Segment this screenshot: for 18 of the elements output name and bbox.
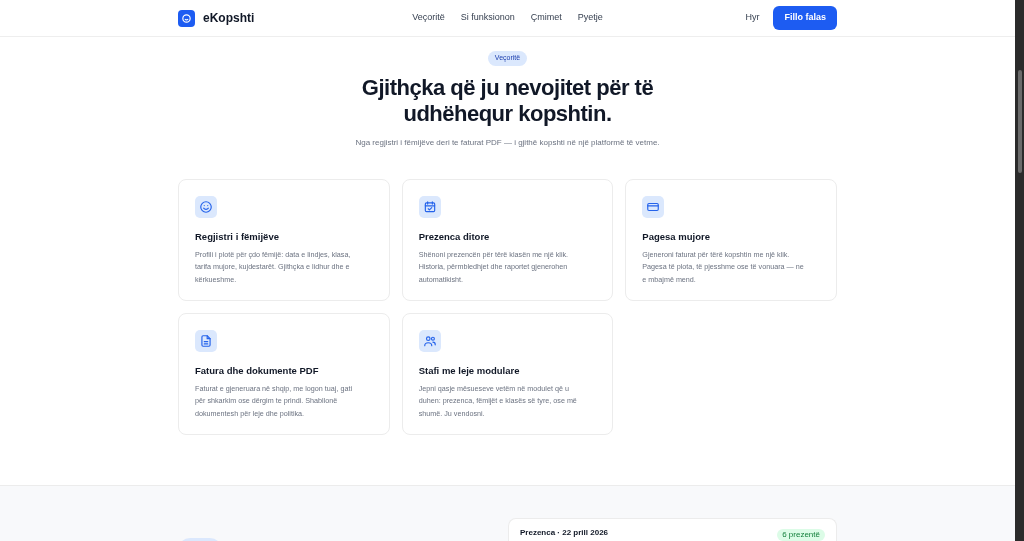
card-title: Pagesa mujore bbox=[642, 229, 711, 244]
card-title: Regjistri i fëmijëve bbox=[195, 229, 280, 244]
card-title: Prezenca ditore bbox=[418, 229, 491, 244]
section-subtitle: Nga regjistri i fëmijëve deri te faturat PDF — i gjithë kopshti në një platformë të vetme. bbox=[355, 136, 660, 149]
logo-icon bbox=[178, 9, 195, 27]
nav-link[interactable]: Si funksionon bbox=[460, 11, 515, 25]
start-free-button[interactable]: Fillo falas bbox=[773, 6, 837, 30]
card-title: Fatura dhe dokumente PDF bbox=[195, 363, 320, 378]
nav-link[interactable]: Çmimet bbox=[530, 11, 562, 25]
present-count-badge: 6 prezentë bbox=[777, 528, 825, 541]
logo-text: eKopshti bbox=[203, 10, 255, 27]
nav-link[interactable]: Pyetje bbox=[577, 11, 603, 25]
attendance-title: Prezenca · 22 prill 2026 bbox=[520, 526, 609, 539]
login-link[interactable]: Hyr bbox=[745, 11, 760, 25]
nav-link[interactable]: Veçoritë bbox=[412, 11, 445, 25]
card-title: Stafi me leje modulare bbox=[418, 363, 521, 378]
scrollbar[interactable] bbox=[1015, 0, 1024, 541]
section-heading: Gjithçka që ju nevojitet për të udhëhequr kopshtin. bbox=[361, 74, 654, 127]
